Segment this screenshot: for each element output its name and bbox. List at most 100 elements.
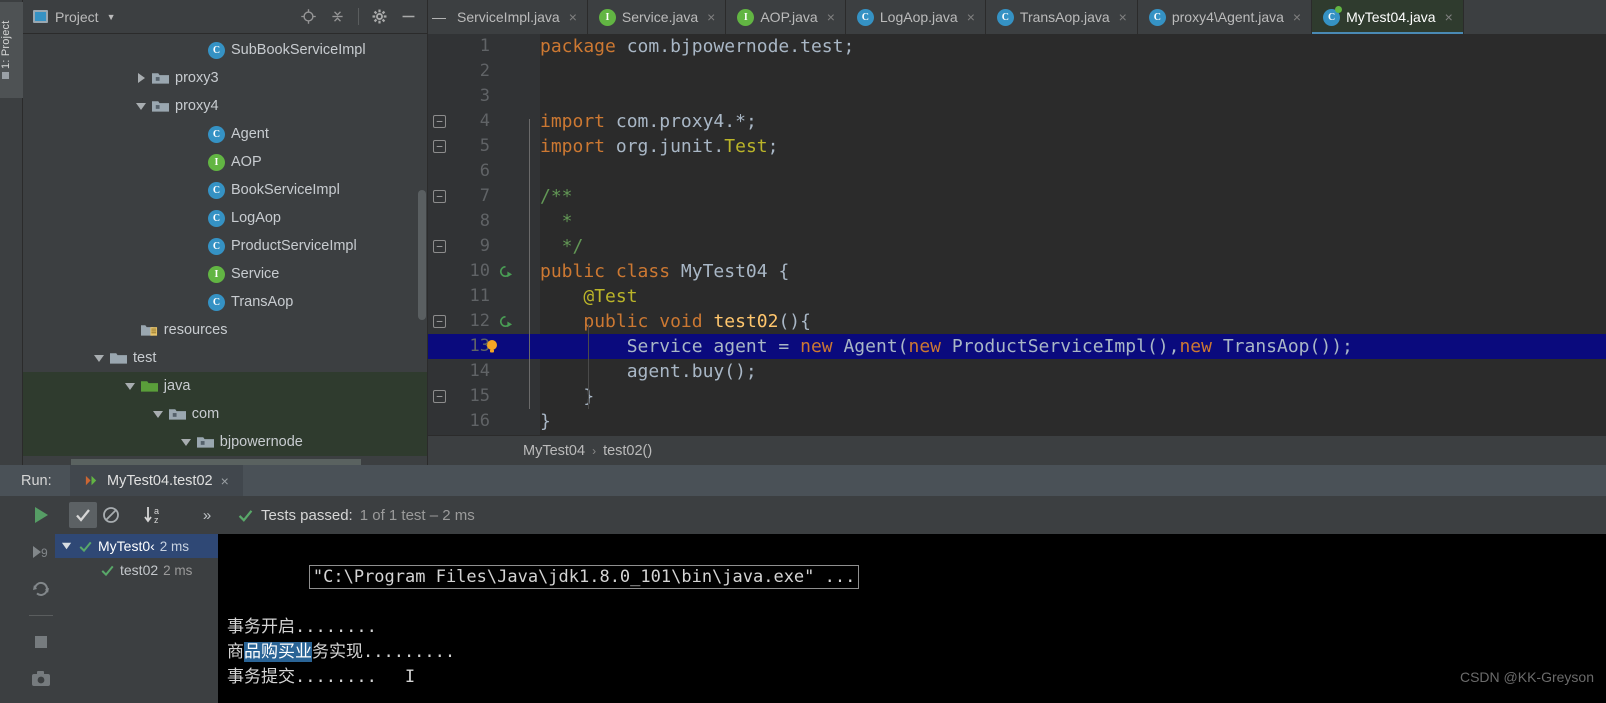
editor-line[interactable]: 3 <box>428 84 1606 109</box>
console-output[interactable]: "C:\Program Files\Java\jdk1.8.0_101\bin\… <box>218 534 1606 703</box>
project-tree-row-label: proxy3 <box>175 70 219 86</box>
editor-line[interactable]: 10 public class MyTest04 { <box>428 259 1606 284</box>
sort-alphabetically-button[interactable]: a z <box>139 502 167 528</box>
toggle-auto-test-button[interactable] <box>30 578 52 600</box>
editor-tab[interactable]: I Service.java × <box>588 0 727 34</box>
editor-line[interactable]: 9− */ <box>428 234 1606 259</box>
editor-line[interactable]: 16} <box>428 409 1606 434</box>
editor-line[interactable]: 4− import com.proxy4.*; <box>428 109 1606 134</box>
code-fold-marker[interactable]: − <box>433 240 446 253</box>
chevron-down-icon[interactable]: ▼ <box>107 12 116 22</box>
editor-line[interactable]: 15− } <box>428 384 1606 409</box>
close-icon[interactable]: × <box>707 9 715 25</box>
tree-twisty-collapsed-icon[interactable] <box>135 72 148 85</box>
editor-line[interactable]: 11 @Test <box>428 284 1606 309</box>
rerun-button[interactable] <box>30 504 52 526</box>
test-tree-row-label: test02 <box>120 562 159 578</box>
close-icon[interactable]: × <box>1293 9 1301 25</box>
project-tree-row-label: SubBookServiceImpl <box>231 42 366 58</box>
project-tree-row[interactable]: resources <box>23 316 427 344</box>
editor-line[interactable]: 12− public void test02(){ <box>428 309 1606 334</box>
tree-twisty-expanded-icon[interactable] <box>152 408 165 421</box>
project-tree-row[interactable]: I Service <box>23 260 427 288</box>
editor-line-text: } <box>540 386 595 407</box>
code-fold-marker[interactable]: − <box>433 115 446 128</box>
code-editor[interactable]: 1 package com.bjpowernode.test; 2 3 4− import… <box>428 34 1606 435</box>
editor-line[interactable]: 1 package com.bjpowernode.test; <box>428 34 1606 59</box>
code-fold-marker[interactable]: − <box>433 315 446 328</box>
project-tree-row[interactable]: C SubBookServiceImpl <box>23 36 427 64</box>
close-icon[interactable]: × <box>1119 9 1127 25</box>
editor-tab[interactable]: ServiceImpl.java × <box>446 0 588 34</box>
breadcrumb-item-method[interactable]: test02() <box>603 443 652 459</box>
project-tree-row[interactable]: C BookServiceImpl <box>23 176 427 204</box>
test-tree-row[interactable]: MyTest0‹ 2 ms <box>55 534 218 558</box>
editor-line[interactable]: 14 agent.buy(); <box>428 359 1606 384</box>
tool-tab-project[interactable]: 1: Project <box>0 2 23 98</box>
tree-twisty-expanded-icon[interactable] <box>124 380 137 393</box>
close-icon[interactable]: × <box>827 9 835 25</box>
project-tree-row[interactable]: java <box>23 372 427 400</box>
screenshot-button[interactable] <box>30 668 52 690</box>
run-gutter-icon[interactable] <box>498 264 513 279</box>
tree-twisty-expanded-icon[interactable] <box>61 540 73 552</box>
close-icon[interactable]: × <box>221 473 229 489</box>
project-tree-row[interactable]: proxy4 <box>23 92 427 120</box>
hide-ignored-toggle[interactable] <box>97 502 125 528</box>
test-results-tree[interactable]: MyTest0‹ 2 ms test02 2 ms <box>55 534 218 703</box>
breadcrumb-item-class[interactable]: MyTest04 <box>523 443 585 459</box>
close-icon[interactable]: × <box>1445 9 1453 25</box>
expand-collapse-button[interactable]: » <box>193 502 221 528</box>
code-fold-marker[interactable]: − <box>433 140 446 153</box>
tree-twisty-expanded-icon[interactable] <box>180 436 193 449</box>
collapse-all-icon[interactable] <box>329 8 346 25</box>
project-tree-row[interactable]: proxy3 <box>23 64 427 92</box>
editor-line[interactable]: 13 Service agent = new Agent(new Product… <box>428 334 1606 359</box>
editor-line[interactable]: 2 <box>428 59 1606 84</box>
run-configuration-tab[interactable]: MyTest04.test02 × <box>70 465 243 496</box>
project-tree-scrollbar[interactable] <box>418 190 426 320</box>
editor-code-body[interactable]: 1 package com.bjpowernode.test; 2 3 4− import… <box>428 34 1606 434</box>
project-tree-row[interactable]: C LogAop <box>23 204 427 232</box>
watermark: CSDN @KK-Greyson <box>1459 669 1594 685</box>
project-tree-row[interactable]: bjpowernode <box>23 428 427 456</box>
locate-icon[interactable] <box>300 8 317 25</box>
settings-gear-icon[interactable] <box>371 8 388 25</box>
editor-line[interactable]: 6 <box>428 159 1606 184</box>
line-number: 10 <box>469 261 490 281</box>
project-tree-row[interactable]: com <box>23 400 427 428</box>
test-duration: 2 ms <box>163 562 193 578</box>
test-tree-row[interactable]: test02 2 ms <box>55 558 218 582</box>
editor-tab[interactable]: C TransAop.java × <box>986 0 1138 34</box>
indent-guide <box>588 324 589 409</box>
editor-line[interactable]: 7−/** <box>428 184 1606 209</box>
close-icon[interactable]: × <box>967 9 975 25</box>
project-tree-row[interactable]: C ProductServiceImpl <box>23 232 427 260</box>
class-icon: C <box>208 237 225 255</box>
project-tree-row[interactable]: C Agent <box>23 120 427 148</box>
tree-twisty-expanded-icon[interactable] <box>93 352 106 365</box>
editor-tab[interactable]: I AOP.java × <box>726 0 846 34</box>
stop-button[interactable] <box>30 631 52 653</box>
project-tree-row[interactable]: test <box>23 344 427 372</box>
tree-twisty-expanded-icon[interactable] <box>135 100 148 113</box>
editor-tab[interactable]: Cproxy4\Agent.java × <box>1138 0 1313 34</box>
project-tree-row[interactable]: I AOP <box>23 148 427 176</box>
editor-line[interactable]: 8 * <box>428 209 1606 234</box>
project-tree[interactable]: C SubBookServiceImpl proxy3 proxy4 C Agent I AO… <box>23 34 427 456</box>
editor-tab[interactable]: C MyTest04.java × <box>1312 0 1464 34</box>
editor-line[interactable]: 5− import org.junit.Test; <box>428 134 1606 159</box>
hide-icon[interactable] <box>400 8 417 25</box>
close-icon[interactable]: × <box>569 9 577 25</box>
project-tree-row[interactable]: C TransAop <box>23 288 427 316</box>
intention-lightbulb-icon[interactable] <box>484 338 500 354</box>
breadcrumb[interactable]: MyTest04 › test02() <box>428 435 1606 465</box>
rerun-failed-tests-button[interactable]: 9 <box>30 541 52 563</box>
editor-tab[interactable]: C LogAop.java × <box>846 0 986 34</box>
run-gutter-icon[interactable] <box>498 314 513 329</box>
code-fold-marker[interactable]: − <box>433 390 446 403</box>
show-passed-toggle[interactable] <box>69 502 97 528</box>
code-fold-marker[interactable]: − <box>433 190 446 203</box>
